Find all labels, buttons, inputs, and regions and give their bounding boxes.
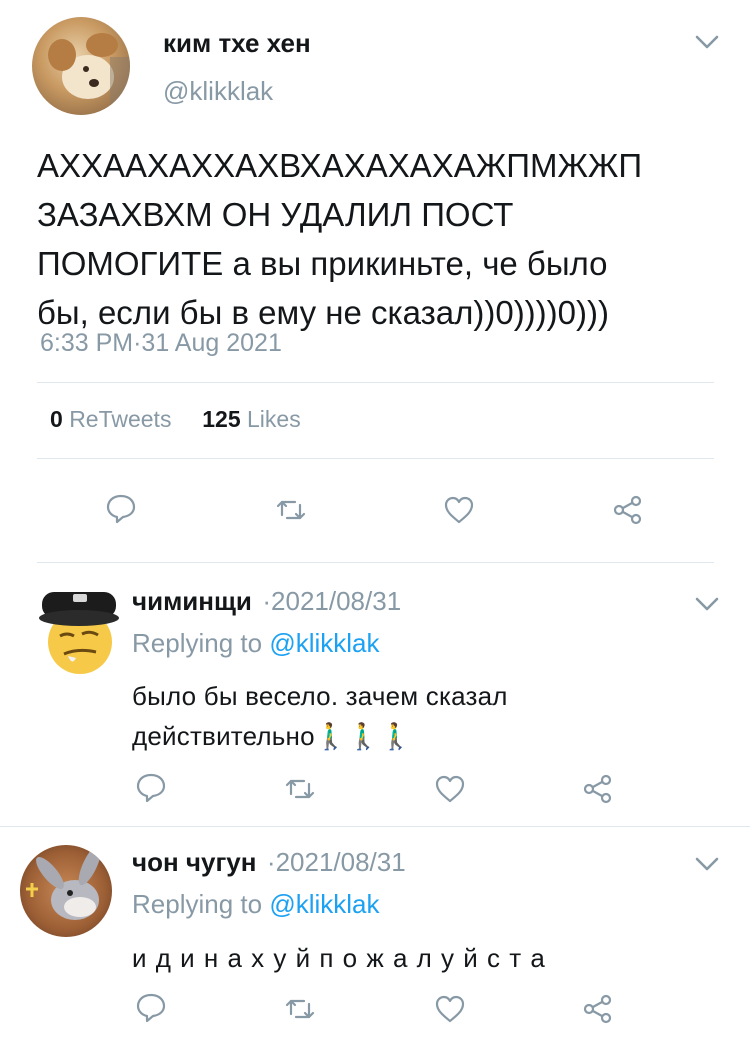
likes-count[interactable]: 125 xyxy=(202,406,240,432)
reply-date[interactable]: ·2021/08/31 xyxy=(262,586,401,616)
share-icon[interactable] xyxy=(611,493,645,527)
reply-header: чиминщи ·2021/08/31 xyxy=(132,586,401,617)
reply-icon[interactable] xyxy=(134,770,168,804)
share-icon[interactable] xyxy=(581,772,615,806)
tweet-text-line: ПОМОГИТЕ а вы прикиньте, че было xyxy=(37,245,608,282)
divider xyxy=(37,562,714,563)
tweet-text-line: ЗАЗАХВХМ ОН УДАЛИЛ ПОСТ xyxy=(37,196,514,233)
avatar[interactable] xyxy=(20,578,120,678)
author-name[interactable]: чиминщи xyxy=(132,586,252,616)
retweet-icon[interactable] xyxy=(283,992,317,1026)
reply-text-line: действительно🚶‍♂️🚶‍♂️🚶‍♂️ xyxy=(132,721,413,751)
reply-text-line: было бы весело. зачем сказал xyxy=(132,681,508,711)
author-name[interactable]: чон чугун xyxy=(132,847,256,877)
like-icon[interactable] xyxy=(433,772,467,806)
chevron-down-icon[interactable] xyxy=(693,594,721,614)
like-icon[interactable] xyxy=(442,493,476,527)
like-icon[interactable] xyxy=(433,992,467,1026)
tweet-text-line: АХХААХАХХАХВХАХАХАХАЖПМЖЖП xyxy=(37,147,643,184)
bugs-bunny-avatar-icon xyxy=(26,845,102,920)
divider xyxy=(37,382,714,383)
replying-to: Replying to @klikklak xyxy=(132,628,380,659)
emoji-avatar-icon xyxy=(39,592,119,674)
replying-to-handle[interactable]: @klikklak xyxy=(269,889,379,919)
retweet-icon[interactable] xyxy=(274,493,308,527)
chevron-down-icon[interactable] xyxy=(693,32,721,52)
dog-avatar-icon xyxy=(48,33,130,115)
reply-text-line: и д и н а х у й п о ж а л у й с т а xyxy=(132,943,546,973)
reply-icon[interactable] xyxy=(104,491,138,525)
replying-to-label: Replying to xyxy=(132,628,263,658)
author-name[interactable]: ким тхе хен xyxy=(163,28,311,59)
likes-label[interactable]: Likes xyxy=(247,406,301,432)
chevron-down-icon[interactable] xyxy=(693,854,721,874)
retweet-icon[interactable] xyxy=(283,772,317,806)
reply-date[interactable]: ·2021/08/31 xyxy=(267,847,406,877)
reply-text: и д и н а х у й п о ж а л у й с т а xyxy=(132,938,546,978)
retweets-label[interactable]: ReTweets xyxy=(69,406,171,432)
tweet-stats: 0 ReTweets 125 Likes xyxy=(50,406,301,433)
tweet-text: АХХААХАХХАХВХАХАХАХАЖПМЖЖП ЗАЗАХВХМ ОН У… xyxy=(37,141,642,337)
share-icon[interactable] xyxy=(581,992,615,1026)
reply-header: чон чугун ·2021/08/31 xyxy=(132,847,406,878)
replying-to-label: Replying to xyxy=(132,889,263,919)
replying-to: Replying to @klikklak xyxy=(132,889,380,920)
avatar[interactable] xyxy=(32,17,130,115)
reply-icon[interactable] xyxy=(134,990,168,1024)
divider xyxy=(0,826,750,827)
retweets-count[interactable]: 0 xyxy=(50,406,63,432)
author-handle[interactable]: @klikklak xyxy=(163,76,273,107)
divider xyxy=(37,458,714,459)
replying-to-handle[interactable]: @klikklak xyxy=(269,628,379,658)
tweet-timestamp[interactable]: 6:33 PM·31 Aug 2021 xyxy=(40,329,282,358)
avatar[interactable] xyxy=(20,845,112,937)
reply-text: было бы весело. зачем сказал действитель… xyxy=(132,676,508,756)
